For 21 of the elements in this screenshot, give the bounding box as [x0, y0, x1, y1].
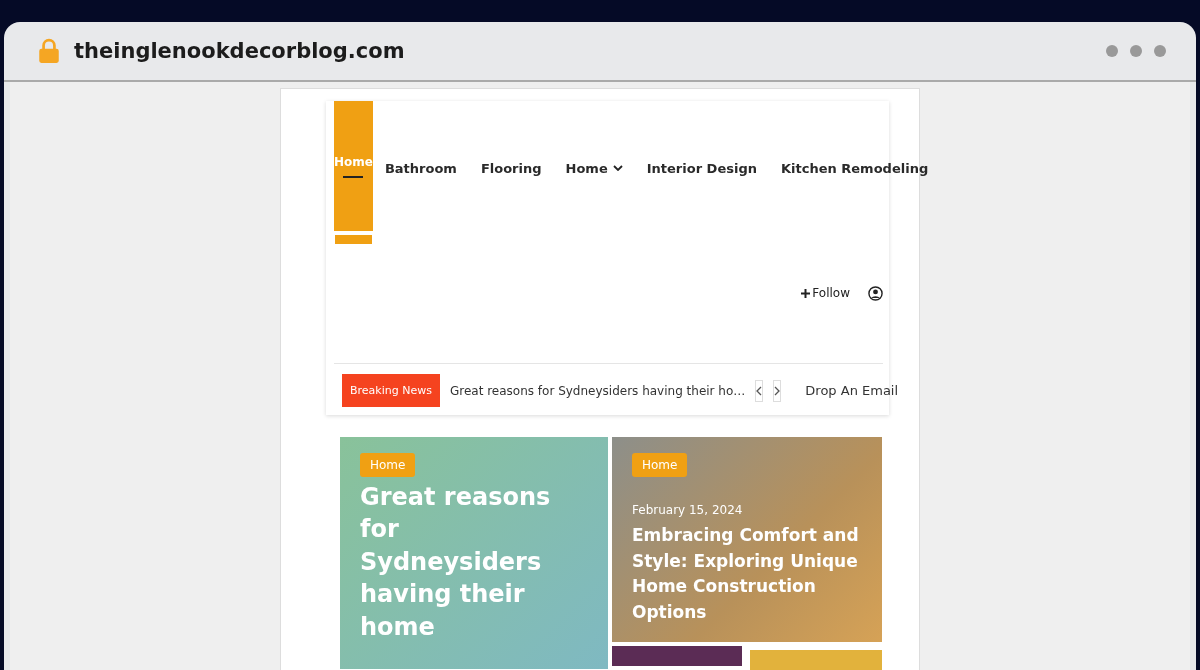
breaking-news-label: Breaking News [342, 374, 440, 407]
nav-link[interactable]: Kitchen Remodeling [781, 160, 929, 176]
plus-icon [801, 288, 811, 298]
chevron-left-icon [756, 385, 763, 396]
window-dot [1154, 45, 1166, 57]
chevron-right-icon [774, 385, 781, 396]
nav-link[interactable]: Flooring [480, 160, 542, 176]
post-date: February 15, 2024 [632, 503, 743, 517]
window-dot [1130, 45, 1142, 57]
window-dot [1106, 45, 1118, 57]
user-icon[interactable] [868, 285, 883, 301]
next-button[interactable] [773, 379, 782, 402]
previous-button[interactable] [755, 379, 764, 402]
address-url[interactable]: theinglenookdecorblog.com [74, 39, 1092, 63]
email-link[interactable]: Drop An Email [805, 383, 899, 398]
news-headline[interactable]: Great reasons for Sydneysiders having their ho… [449, 383, 746, 398]
nav-link[interactable]: Interior Design [646, 160, 757, 176]
nav-link[interactable]: Home [565, 160, 623, 176]
follow-link[interactable]: Follow [801, 286, 850, 300]
nav-link[interactable]: Bathroom [384, 160, 457, 176]
lock-icon [38, 38, 60, 64]
